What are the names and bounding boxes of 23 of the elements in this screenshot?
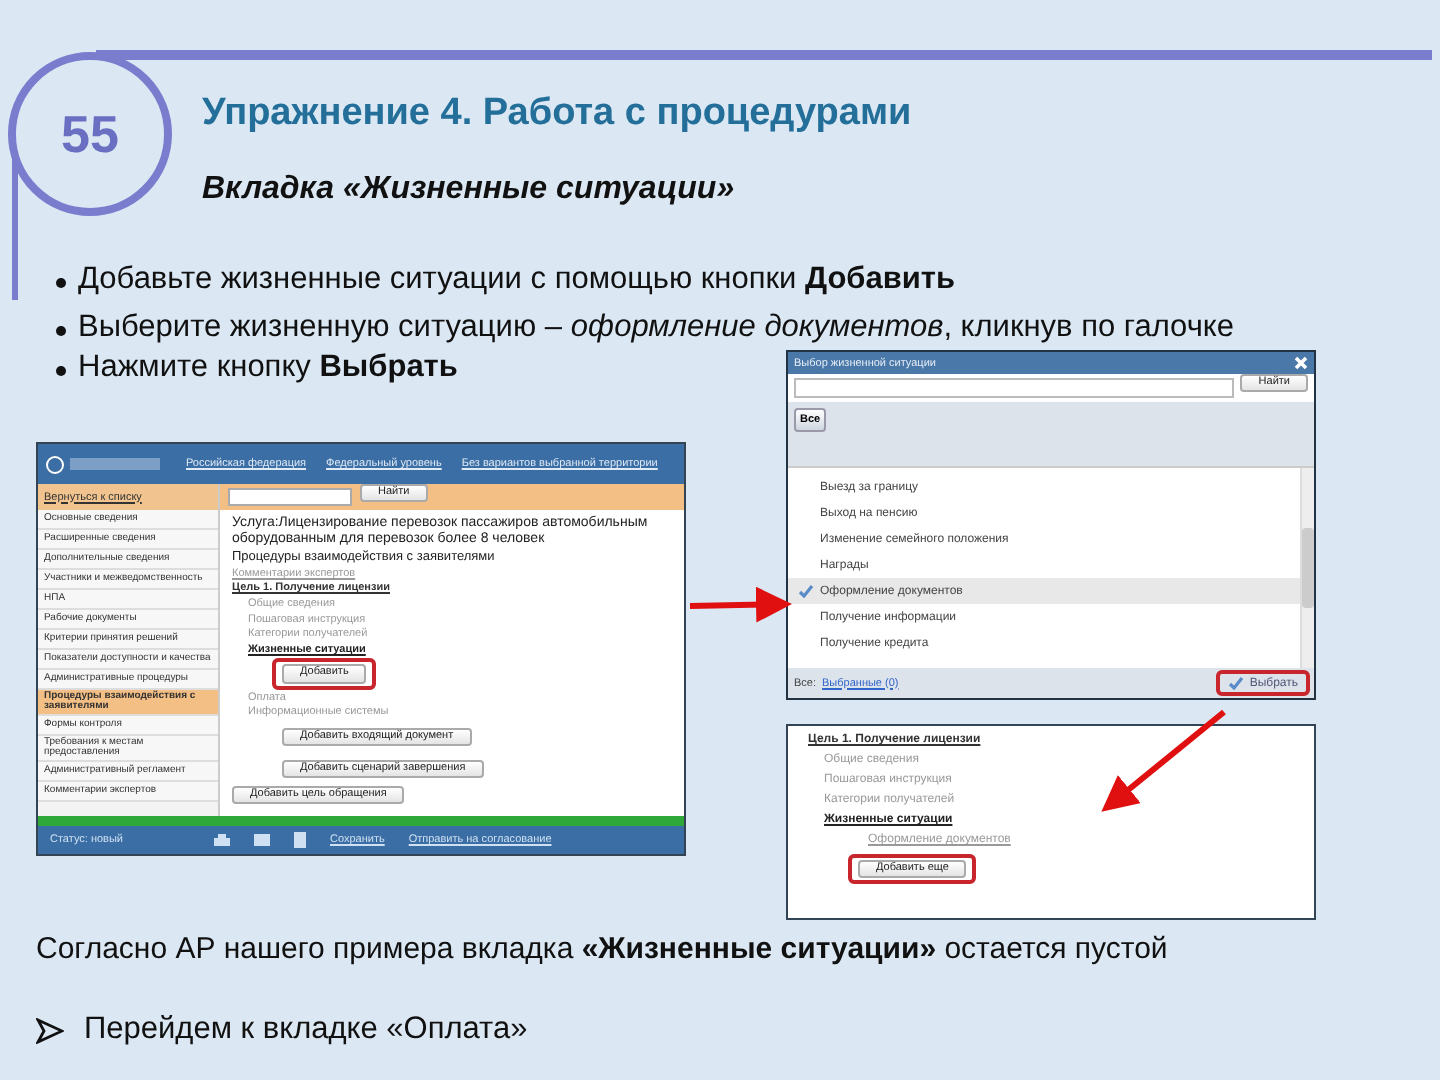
bullet-dot xyxy=(56,326,66,336)
bullet-text: Добавьте жизненные ситуации с помощью кнопки Добавить xyxy=(78,262,956,298)
printer-icon[interactable] xyxy=(214,833,230,847)
search-field[interactable] xyxy=(228,488,352,506)
note-text: Согласно АР нашего примера вкладка «Жизненные ситуации» остается пустой xyxy=(34,930,1170,966)
portal-logo xyxy=(46,452,166,476)
close-icon[interactable] xyxy=(1294,356,1308,370)
bullet-text: Нажмите кнопку Выбрать xyxy=(78,350,458,386)
slide-number: 55 xyxy=(8,52,172,216)
check-icon xyxy=(798,583,814,597)
slide-subtitle: Вкладка «Жизненные ситуации» xyxy=(202,172,737,208)
pointer-arrow xyxy=(1101,709,1226,812)
bullet-text: Выберите жизненную ситуацию – оформление документов, кликнув по галочке xyxy=(78,310,1234,346)
bullet-dot xyxy=(56,366,66,376)
slide-title: Упражнение 4. Работа с процедурами xyxy=(202,92,912,136)
pointer-arrow xyxy=(689,586,792,623)
monitor-icon[interactable] xyxy=(254,833,270,847)
scrollbar[interactable] xyxy=(1300,468,1314,668)
arrow-bullet-icon xyxy=(36,1017,64,1043)
check-icon xyxy=(1227,676,1244,690)
bullet-dot xyxy=(56,278,66,288)
search-field[interactable] xyxy=(794,378,1235,398)
next-step-text: Перейдем к вкладке «Оплата» xyxy=(84,1012,528,1048)
